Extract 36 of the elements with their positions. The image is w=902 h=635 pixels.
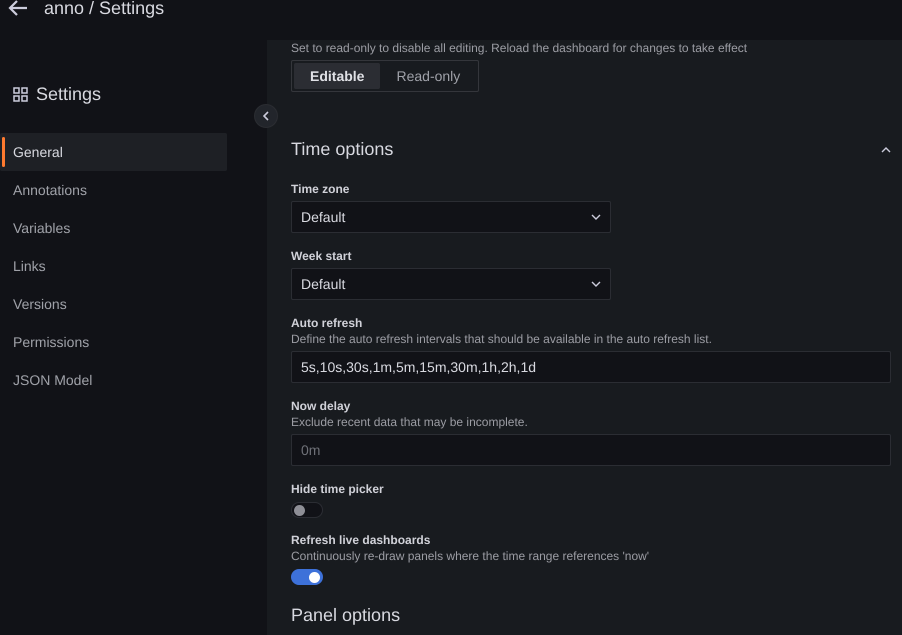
field-description: Set to read-only to disable all editing. Reload the dashboard for changes to take effect bbox=[291, 41, 748, 55]
toggle-switch[interactable] bbox=[291, 502, 323, 518]
chevron-down-icon bbox=[591, 214, 601, 220]
chevron-down-icon bbox=[591, 281, 601, 287]
field-label: Refresh live dashboards bbox=[291, 533, 432, 547]
collapse-button[interactable] bbox=[254, 104, 278, 128]
field-label: Auto refresh bbox=[291, 316, 364, 330]
sidebar-item[interactable]: Permissions bbox=[0, 323, 227, 361]
page-title: anno / Settings bbox=[44, 0, 164, 18]
input-field[interactable]: 0m bbox=[291, 434, 891, 466]
section-title: Time options bbox=[291, 139, 394, 160]
field-label: Hide time picker bbox=[291, 482, 385, 496]
field-description: Define the auto refresh intervals that should be available in the auto refresh list. bbox=[291, 332, 713, 346]
collapse-chevron-icon bbox=[881, 146, 891, 152]
field-description: Exclude recent data that may be incomplete. bbox=[291, 415, 529, 429]
sidebar-item[interactable]: Variables bbox=[0, 209, 227, 247]
select-field[interactable]: Default bbox=[291, 268, 611, 300]
section-title: Panel options bbox=[291, 605, 400, 626]
select-field[interactable]: Default bbox=[291, 201, 611, 233]
sidebar-title: Settings bbox=[36, 84, 102, 105]
field-label: Week start bbox=[291, 249, 352, 263]
grid-icon bbox=[13, 87, 28, 102]
sidebar-item[interactable]: General bbox=[0, 133, 227, 171]
toggle-switch[interactable] bbox=[291, 569, 323, 585]
sidebar-item[interactable]: Links bbox=[0, 247, 227, 285]
field-description: Continuously re-draw panels where the time range references 'now' bbox=[291, 549, 650, 563]
input-field[interactable]: 5s,10s,30s,1m,5m,15m,30m,1h,2h,1d bbox=[291, 351, 891, 383]
radio-option[interactable]: Read-only bbox=[380, 63, 476, 89]
back-arrow-icon[interactable] bbox=[8, 0, 28, 17]
radio-option[interactable]: Editable bbox=[294, 63, 380, 89]
chevron-left-icon bbox=[263, 111, 269, 121]
field-label: Now delay bbox=[291, 399, 352, 413]
sidebar-item[interactable]: Annotations bbox=[0, 171, 227, 209]
sidebar-item[interactable]: Versions bbox=[0, 285, 227, 323]
sidebar-item[interactable]: JSON Model bbox=[0, 361, 227, 399]
field-label: Time zone bbox=[291, 182, 350, 196]
